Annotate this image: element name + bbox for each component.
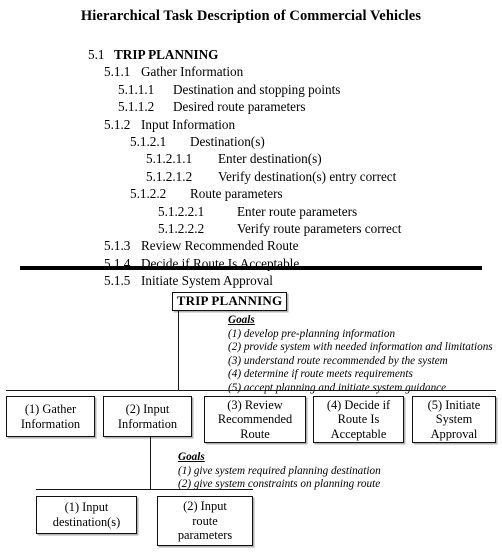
outline-label: Input Information [141,116,236,132]
outline-row: 5.1.1.1 Destination and stopping points [0,81,502,98]
outline-label: Route parameters [190,186,283,202]
outline-row: 5.1.1.2 Desired route parameters [0,98,502,115]
outline-label: Gather Information [141,64,244,80]
outline-row: 5.1.1 Gather Information [0,63,502,80]
outline-label: Enter route parameters [237,203,358,219]
outline-label: Verify route parameters correct [237,221,402,237]
goals-heading: Goals [228,314,255,326]
outline-row: 5.1 TRIP PLANNING [0,46,502,63]
outline-row: 5.1.2.1.2 Verify destination(s) entry cor… [0,168,502,185]
section-divider [20,266,482,270]
node-decide-if-route-is-acceptable[interactable]: (4) Decide if Route Is Acceptable [313,396,404,443]
connector-input-stem [150,437,152,489]
page-title: Hierarchical Task Description of Commerc… [80,8,422,24]
node-input-destinations[interactable]: (1) Input destination(s) [36,496,137,534]
node-input-information[interactable]: (2) Input Information [103,396,192,437]
goal-item: (5) accept planning and initiate system … [228,381,447,394]
outline-number: 5.1.2.1.2 [146,168,193,184]
outline-label: Enter destination(s) [218,151,322,167]
outline-number: 5.1.2.2.2 [158,221,205,237]
goal-item: (3) understand route recommended by the … [228,354,448,367]
goal-item: (2) provide system with needed informati… [228,341,493,354]
outline-number: 5.1.1.2 [118,99,155,115]
connector-tier2-bar [36,489,253,491]
outline-number: 5.1.5 [104,273,131,289]
outline-row: 5.1.3 Review Recommended Route [0,237,502,254]
goals-heading: Goals [178,451,205,463]
outline-number: 5.1.2.2.1 [158,203,205,219]
goal-item: (1) develop pre-planning information [228,327,396,340]
outline-label: Review Recommended Route [141,238,299,254]
outline-number: 5.1.2.2 [130,186,167,202]
outline-row: 5.1.2.2.1 Enter route parameters [0,203,502,220]
node-trip-planning[interactable]: TRIP PLANNING [172,292,287,311]
outline-number: 5.1.2.1 [130,134,167,150]
goal-item: (1) give system required planning destin… [178,464,381,477]
task-outline-list: 5.1 TRIP PLANNING 5.1.1 Gather Information 5… [0,46,502,290]
node-review-recommended-route[interactable]: (3) Review Recommended Route [204,396,306,443]
connector-tier1-bar [6,390,496,392]
outline-number: 5.1.2.1.1 [146,151,193,167]
goals-block-input-information: Goals (1) give system required planning … [178,451,381,492]
outline-row: 5.1.2.1.1 Enter destination(s) [0,150,502,167]
node-gather-information[interactable]: (1) Gather Information [6,396,95,437]
outline-row: 5.1.2.2.2 Verify route parameters correct [0,220,502,237]
outline-row: 5.1.2.2 Route parameters [0,185,502,202]
outline-row: 5.1.2.1 Destination(s) [0,133,502,150]
outline-number: 5.1.1.1 [118,81,155,97]
outline-number: 5.1.1 [104,64,131,80]
outline-label: Destination and stopping points [173,81,341,97]
node-input-route-parameters[interactable]: (2) Input route parameters [157,496,253,546]
outline-label: TRIP PLANNING [114,47,219,62]
outline-number: 5.1 [88,47,105,62]
outline-row: 5.1.2 Input Information [0,116,502,133]
goal-item: (4) determine if route meets requirement… [228,368,413,381]
connector-root-stem [178,311,180,391]
outline-row: 5.1.5 Initiate System Approval [0,272,502,289]
outline-number: 5.1.3 [104,238,131,254]
outline-label: Initiate System Approval [141,273,273,289]
outline-label: Verify destination(s) entry correct [218,168,397,184]
outline-label: Desired route parameters [173,99,306,115]
node-initiate-system-approval[interactable]: (5) Initiate System Approval [412,396,496,443]
goals-block-root: Goals (1) develop pre-planning informati… [228,314,493,396]
outline-number: 5.1.2 [104,116,131,132]
outline-label: Destination(s) [190,134,265,150]
